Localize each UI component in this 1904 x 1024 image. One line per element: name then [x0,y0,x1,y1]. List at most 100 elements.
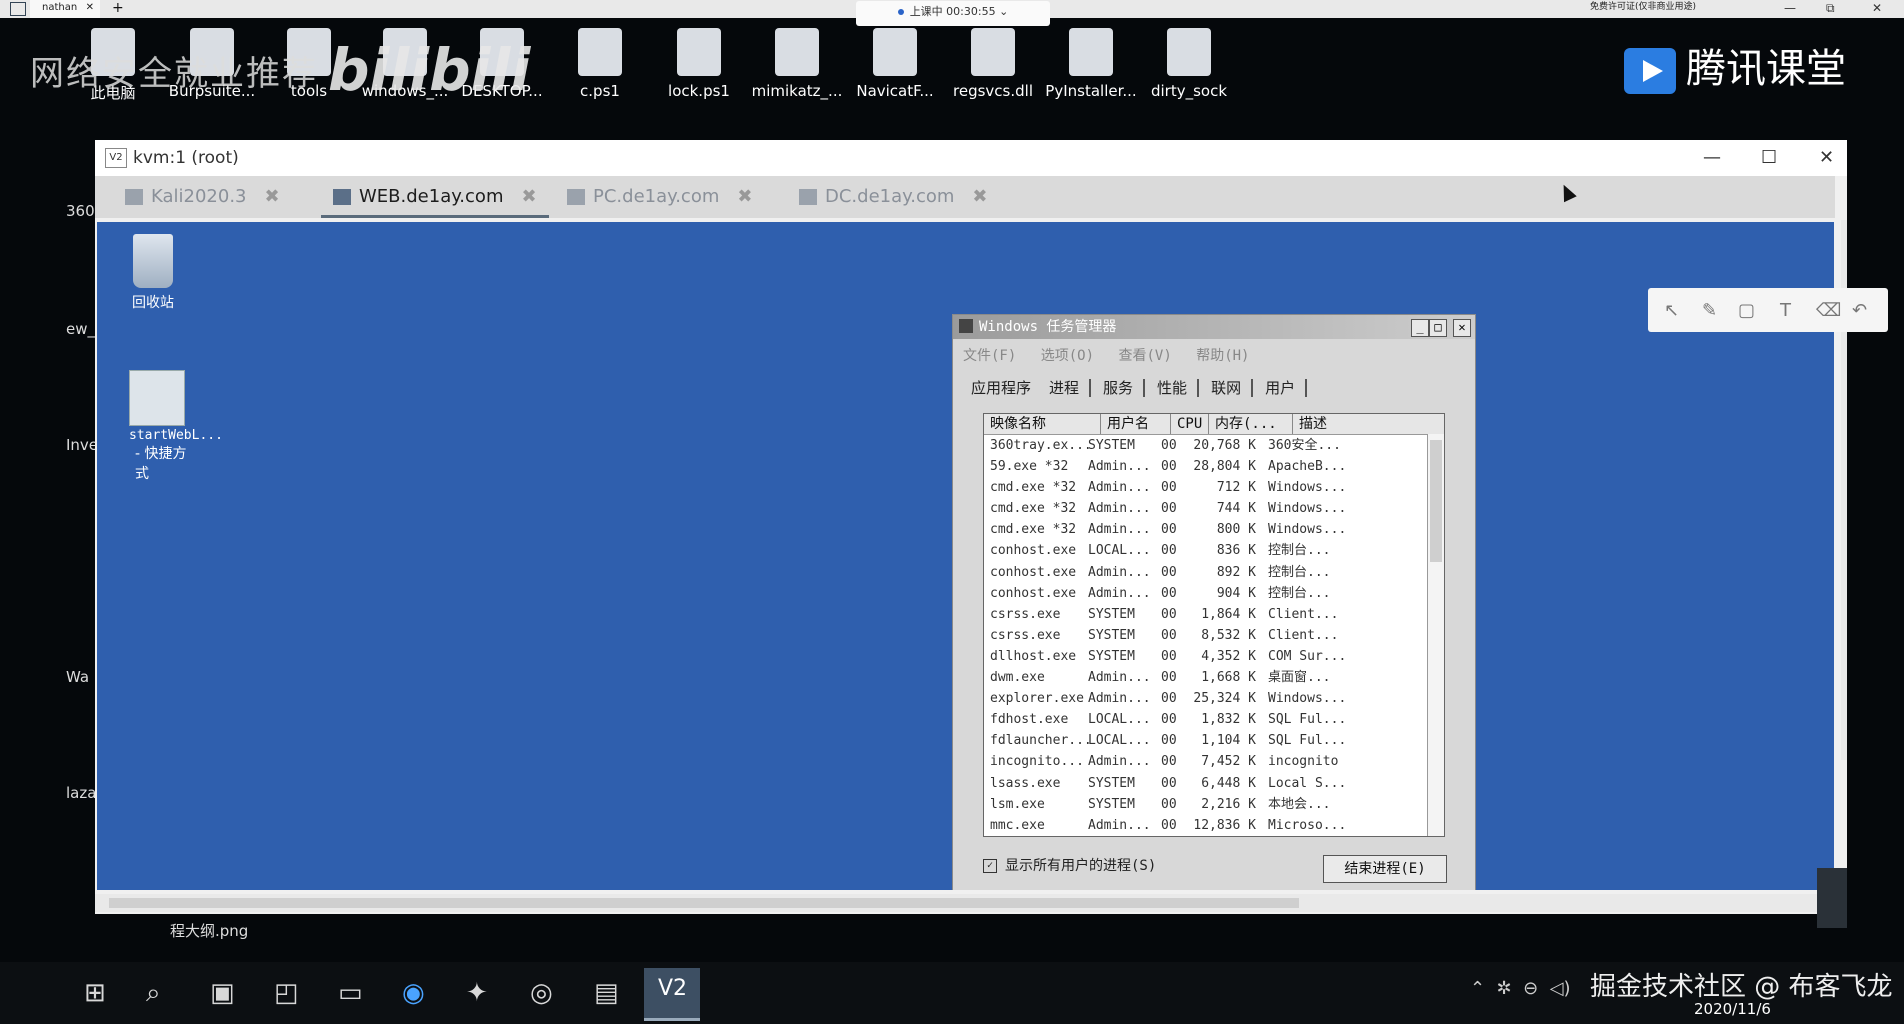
tab-processes[interactable]: 进程 [1049,379,1092,397]
process-row[interactable]: incognito... Admin... 00 7,452 K incognito [984,751,1444,772]
desktop-icon[interactable]: c.ps1 [553,28,647,100]
process-list-scrollbar[interactable] [1427,434,1444,836]
process-row[interactable]: fdlauncher... LOCAL... 00 1,104 K SQL Ful... [984,730,1444,751]
desktop-icon[interactable]: mimikatz_... [750,28,844,100]
checkbox-icon[interactable]: ✓ [983,859,997,873]
col-memory[interactable]: 内存(... [1209,414,1293,434]
tab-kali[interactable]: Kali2020.3 ✖ [125,176,280,218]
tab-web[interactable]: WEB.de1ay.com ✖ [321,176,549,218]
terminal-icon[interactable]: ▤ [594,978,619,1008]
tray-app-icon[interactable]: ⊖ [1523,978,1538,999]
tab-dc[interactable]: DC.de1ay.com ✖ [799,176,987,218]
shape-icon[interactable]: ▢ [1738,300,1755,321]
vnc-taskbar-button[interactable]: V2 [644,968,700,1021]
process-row[interactable]: lsm.exe SYSTEM 00 2,216 K 本地会... [984,794,1444,815]
class-status-indicator[interactable]: 上课中 00:30:55 ⌄ [856,1,1050,26]
process-mem-cell: 892 K [1216,564,1256,580]
side-panel-handle[interactable] [1817,868,1847,928]
file-explorer-icon[interactable]: ▭ [338,978,363,1008]
process-row[interactable]: conhost.exe LOCAL... 00 836 K 控制台... [984,540,1444,561]
process-row[interactable]: cmd.exe *32 Admin... 00 744 K Windows... [984,498,1444,519]
search-icon[interactable]: ⌕ [146,978,161,1009]
close-button[interactable]: ✕ [1872,0,1882,16]
chrome-icon[interactable]: ◎ [530,978,553,1008]
tab-networking[interactable]: 联网 [1211,379,1254,397]
tab-performance[interactable]: 性能 [1157,379,1200,397]
tab-pc[interactable]: PC.de1ay.com ✖ [567,176,752,218]
new-tab-button[interactable]: + [112,0,124,16]
kvm-horizontal-scrollbar[interactable] [95,894,1847,912]
process-row[interactable]: explorer.exe Admin... 00 25,324 K Windows... [984,688,1444,709]
task-manager-title-bar[interactable]: Windows 任务管理器 _ □ ✕ [953,315,1475,339]
tm-maximize-button[interactable]: □ [1429,319,1447,337]
menu-file[interactable]: 文件(F) [963,348,1016,364]
windows-start-icon[interactable]: ⊞ [84,978,106,1008]
process-list[interactable]: 映像名称 用户名 CPU 内存(... 描述 360tray.ex... SYST… [983,413,1445,837]
close-icon[interactable]: ✕ [86,0,94,16]
col-image-name[interactable]: 映像名称 [984,414,1101,434]
close-icon[interactable]: ✖ [521,186,536,207]
startweb-shortcut[interactable]: startWebL... - 快捷方式 [97,370,223,483]
menu-help[interactable]: 帮助(H) [1196,348,1249,364]
chevron-up-icon[interactable]: ⌃ [1470,978,1485,999]
scroll-thumb[interactable] [1430,440,1442,562]
tm-close-button[interactable]: ✕ [1453,319,1471,337]
scroll-thumb[interactable] [109,898,1299,908]
desktop-icon[interactable]: NavicatF... [848,28,942,100]
tab-applications[interactable]: 应用程序 [971,379,1035,397]
vm-app-icon[interactable]: ◰ [274,978,299,1008]
recycle-bin-icon[interactable]: 回收站 [117,234,189,312]
tray-app-icon[interactable]: ✲ [1497,978,1512,999]
desktop-icon[interactable]: dirty_sock [1142,28,1236,100]
app-icon[interactable]: ✦ [466,978,488,1008]
remote-desktop[interactable]: 回收站 startWebL... - 快捷方式 Windows 任务管理器 _ … [97,222,1834,890]
kvm-title-bar[interactable]: V2 kvm:1 (root) — ☐ ✕ [95,140,1847,176]
close-icon[interactable]: ✖ [737,186,752,207]
eraser-icon[interactable]: ⌫ [1816,300,1841,321]
kvm-maximize-button[interactable]: ☐ [1761,140,1777,176]
show-all-processes[interactable]: ✓ 显示所有用户的进程(S) [983,855,1156,875]
close-icon[interactable]: ✖ [972,186,987,207]
tab-services[interactable]: 服务 [1103,379,1146,397]
text-icon[interactable]: T [1780,300,1791,321]
restore-button[interactable]: ⧉ [1826,0,1835,16]
menu-options[interactable]: 选项(O) [1041,348,1094,364]
pen-icon[interactable]: ✎ [1702,300,1717,321]
desktop-icon[interactable]: regsvcs.dll [946,28,1040,100]
end-process-button[interactable]: 结束进程(E) [1323,855,1447,883]
close-icon[interactable]: ✖ [265,186,280,207]
process-mem-cell: 1,864 K [1201,606,1256,622]
process-row[interactable]: mmc.exe Admin... 00 12,836 K Microso... [984,815,1444,836]
process-row[interactable]: fdhost.exe LOCAL... 00 1,832 K SQL Ful... [984,709,1444,730]
process-mem-cell: 744 K [1216,501,1256,517]
process-row[interactable]: lsass.exe SYSTEM 00 6,448 K Local S... [984,773,1444,794]
browser-tab-nathan[interactable]: nathan ✕ [30,0,100,18]
task-view-icon[interactable]: ▣ [210,978,235,1008]
col-user[interactable]: 用户名 [1101,414,1171,434]
process-row[interactable]: csrss.exe SYSTEM 00 1,864 K Client... [984,604,1444,625]
process-desc-cell: ApacheB... [1268,459,1347,475]
menu-view[interactable]: 查看(V) [1118,348,1171,364]
process-row[interactable]: 59.exe *32 Admin... 00 28,804 K ApacheB... [984,456,1444,477]
process-row[interactable]: cmd.exe *32 Admin... 00 800 K Windows... [984,519,1444,540]
pointer-icon[interactable]: ↖ [1664,300,1679,321]
minimize-button[interactable]: — [1784,0,1796,16]
col-description[interactable]: 描述 [1293,414,1428,434]
process-row[interactable]: csrss.exe SYSTEM 00 8,532 K Client... [984,625,1444,646]
kvm-close-button[interactable]: ✕ [1819,140,1834,176]
desktop-icon[interactable]: lock.ps1 [652,28,746,100]
process-row[interactable]: dllhost.exe SYSTEM 00 4,352 K COM Sur... [984,646,1444,667]
col-cpu[interactable]: CPU [1171,414,1209,434]
process-row[interactable]: dwm.exe Admin... 00 1,668 K 桌面窗... [984,667,1444,688]
kvm-minimize-button[interactable]: — [1703,140,1721,176]
tm-minimize-button[interactable]: _ [1411,319,1429,337]
process-row[interactable]: conhost.exe Admin... 00 904 K 控制台... [984,583,1444,604]
speaker-icon[interactable]: ◁) [1550,978,1571,999]
process-row[interactable]: conhost.exe Admin... 00 892 K 控制台... [984,562,1444,583]
desktop-icon[interactable]: PyInstaller... [1044,28,1138,100]
process-row[interactable]: cmd.exe *32 Admin... 00 712 K Windows... [984,477,1444,498]
undo-icon[interactable]: ↶ [1852,300,1867,321]
tab-users[interactable]: 用户 [1265,379,1308,397]
edge-browser-icon[interactable]: ◉ [402,978,425,1008]
process-row[interactable]: 360tray.ex... SYSTEM 00 20,768 K 360安全... [984,435,1444,456]
